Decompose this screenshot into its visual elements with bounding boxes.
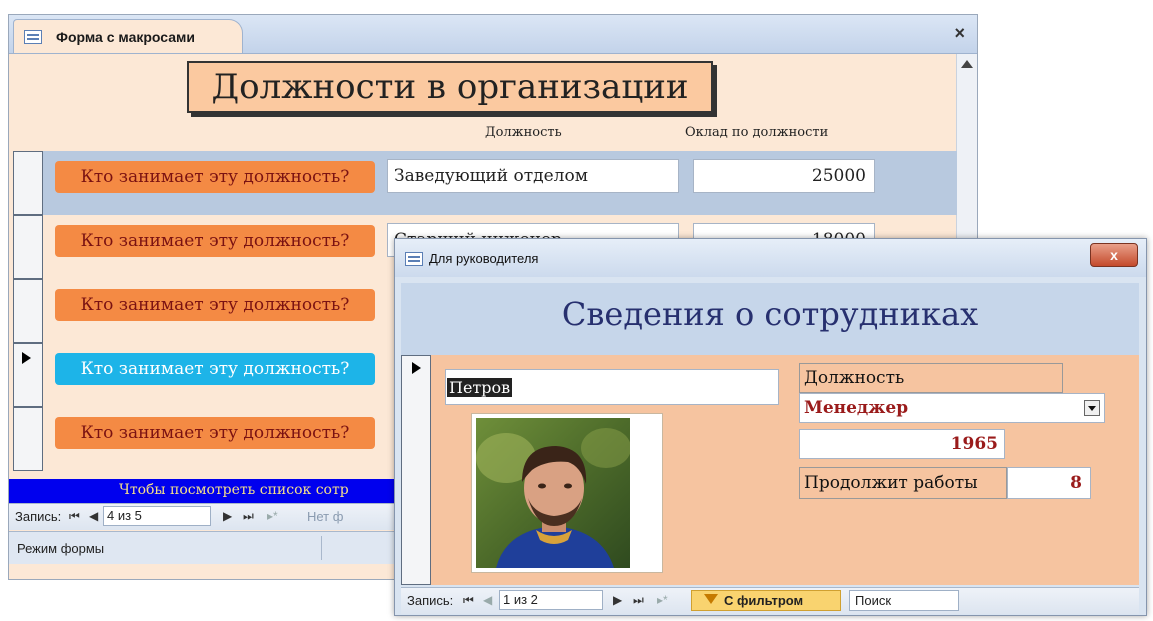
position-field[interactable]: Заведующий отделом — [387, 159, 679, 193]
record-navigation-bar: Запись: ⏮ ◀ 1 из 2 ▶ ⏭ ▸* С фильтром Пои… — [401, 587, 1139, 614]
record-label: Запись: — [15, 509, 62, 524]
position-value: Менеджер — [804, 398, 909, 418]
record-selector[interactable] — [13, 343, 43, 407]
chevron-down-icon[interactable] — [1084, 400, 1100, 416]
filter-icon — [704, 594, 718, 604]
form-title: Должности в организации — [187, 61, 713, 113]
popup-heading: Сведения о сотрудниках — [561, 295, 979, 333]
current-record-icon — [22, 352, 31, 364]
who-holds-position-button[interactable]: Кто занимает эту должность? — [55, 225, 375, 257]
scroll-up-icon[interactable] — [961, 60, 973, 68]
footer-hint: Чтобы посмотреть список сотр — [119, 482, 349, 498]
surname-field[interactable]: Петров — [445, 369, 779, 405]
position-label: Должность — [799, 363, 1063, 393]
record-row: Кто занимает эту должность? Заведующий о… — [13, 151, 957, 215]
record-selector[interactable] — [13, 151, 43, 215]
last-record-icon[interactable]: ⏭ — [633, 593, 644, 608]
record-selector[interactable] — [13, 279, 43, 343]
who-holds-position-button[interactable]: Кто занимает эту должность? — [55, 353, 375, 385]
popup-title-bar[interactable]: Для руководителя x — [395, 239, 1146, 277]
status-divider — [321, 536, 322, 560]
close-button[interactable]: x — [1090, 243, 1138, 267]
birth-year-field[interactable]: 1965 — [799, 429, 1005, 459]
record-counter[interactable]: 1 из 2 — [499, 590, 603, 610]
popup-form-header: Сведения о сотрудниках — [401, 283, 1139, 355]
close-icon[interactable]: × — [954, 23, 965, 44]
employee-details: Петров Должность Менеджер 1965 Продолжит… — [401, 355, 1139, 585]
manager-popup-window: Для руководителя x Сведения о сотрудника… — [394, 238, 1147, 616]
position-select[interactable]: Менеджер — [799, 393, 1105, 423]
column-header-position: Должность — [485, 125, 562, 140]
record-selector[interactable] — [13, 407, 43, 471]
salary-field[interactable]: 25000 — [693, 159, 875, 193]
filter-status[interactable]: Нет ф — [307, 509, 343, 524]
surname-value: Петров — [447, 378, 513, 397]
new-record-icon[interactable]: ▸* — [267, 509, 278, 523]
remaining-years-field[interactable]: 8 — [1007, 467, 1091, 499]
tab-label: Форма с макросами — [56, 29, 195, 45]
form-icon — [24, 30, 42, 44]
form-icon — [405, 252, 423, 266]
remaining-years-label: Продолжит работы — [799, 467, 1007, 499]
view-mode-text: Режим формы — [17, 541, 105, 556]
current-record-icon — [412, 362, 421, 374]
who-holds-position-button[interactable]: Кто занимает эту должность? — [55, 417, 375, 449]
next-record-icon[interactable]: ▶ — [223, 509, 232, 523]
filter-toggle-button[interactable]: С фильтром — [691, 590, 841, 611]
record-selector[interactable] — [13, 215, 43, 279]
document-tab-bar: Форма с макросами × — [9, 15, 977, 54]
record-label: Запись: — [407, 593, 454, 608]
first-record-icon[interactable]: ⏮ — [463, 593, 474, 608]
record-counter[interactable]: 4 из 5 — [103, 506, 211, 526]
filter-label: С фильтром — [724, 593, 804, 608]
first-record-icon[interactable]: ⏮ — [69, 509, 80, 524]
employee-photo — [476, 418, 630, 568]
previous-record-icon[interactable]: ◀ — [483, 593, 492, 607]
tab-macro-form[interactable]: Форма с макросами — [13, 19, 243, 53]
previous-record-icon[interactable]: ◀ — [89, 509, 98, 523]
who-holds-position-button[interactable]: Кто занимает эту должность? — [55, 289, 375, 321]
new-record-icon[interactable]: ▸* — [657, 593, 668, 607]
column-header-salary: Оклад по должности — [685, 125, 829, 140]
next-record-icon[interactable]: ▶ — [613, 593, 622, 607]
last-record-icon[interactable]: ⏭ — [243, 509, 254, 524]
who-holds-position-button[interactable]: Кто занимает эту должность? — [55, 161, 375, 193]
popup-title: Для руководителя — [429, 251, 539, 266]
employee-photo-frame — [471, 413, 663, 573]
record-selector[interactable] — [401, 355, 431, 585]
search-input[interactable]: Поиск — [849, 590, 959, 611]
